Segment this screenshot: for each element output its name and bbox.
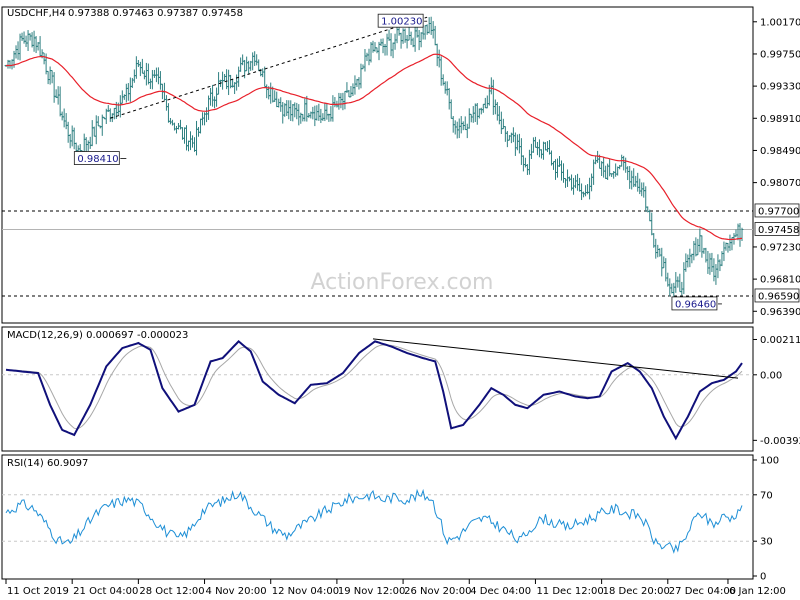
price-axis-label: 0.96390 <box>760 307 800 318</box>
macd-axis-label: 0.002113 <box>760 335 800 346</box>
x-axis-label: 6 Jan 12:00 <box>729 586 786 597</box>
price-axis-label: 0.96810 <box>760 275 800 286</box>
level-price-label: 0.96590 <box>758 291 799 302</box>
x-axis-label: 28 Oct 12:00 <box>139 586 204 597</box>
symbol-label: USDCHF,H4 <box>7 8 66 19</box>
rsi-axis-label: 30 <box>760 537 773 548</box>
macd-axis-label: -0.003922 <box>760 436 800 447</box>
price-axis-label: 0.99330 <box>760 82 800 93</box>
price-axis-label: 0.98910 <box>760 114 800 125</box>
x-axis-label: 11 Dec 12:00 <box>536 586 603 597</box>
price-axis-label: 0.99750 <box>760 49 800 60</box>
price-axis-label: 0.97230 <box>760 242 800 253</box>
ohlc-label: 0.97388 0.97463 0.97387 0.97458 <box>68 8 243 19</box>
x-axis-label: 21 Oct 04:00 <box>73 586 138 597</box>
x-axis-label: 4 Dec 04:00 <box>470 586 531 597</box>
x-axis-label: 26 Nov 20:00 <box>404 586 471 597</box>
price-annotation-label: 1.00230 <box>381 17 422 28</box>
rsi-axis-label: 0 <box>760 572 766 583</box>
rsi-axis-label: 100 <box>760 456 779 467</box>
watermark: ActionForex.com <box>311 270 494 295</box>
rsi-label: RSI(14) 60.9097 <box>7 458 88 469</box>
x-axis-label: 4 Nov 20:00 <box>206 586 267 597</box>
price-axis-label: 1.00170 <box>760 17 800 28</box>
rsi-axis-label: 70 <box>760 490 773 501</box>
macd-label: MACD(12,26,9) 0.000697 -0.000023 <box>7 330 188 341</box>
chart: ActionForex.com USDCHF,H4 0.97388 0.9746… <box>0 0 800 600</box>
price-axis-label: 0.98070 <box>760 178 800 189</box>
x-axis-label: 11 Oct 2019 <box>7 586 69 597</box>
price-annotation-label: 0.98410 <box>77 154 118 165</box>
x-axis-label: 18 Dec 20:00 <box>603 586 670 597</box>
current-price-label: 0.97458 <box>758 225 799 236</box>
x-axis-label: 19 Nov 12:00 <box>338 586 405 597</box>
price-axis-label: 0.98490 <box>760 146 800 157</box>
level-price-label: 0.97700 <box>758 206 799 217</box>
price-annotation-label: 0.96460 <box>675 299 716 310</box>
x-axis-label: 12 Nov 04:00 <box>272 586 339 597</box>
macd-axis-label: 0.00 <box>760 370 782 381</box>
x-axis-label: 27 Dec 04:00 <box>669 586 736 597</box>
